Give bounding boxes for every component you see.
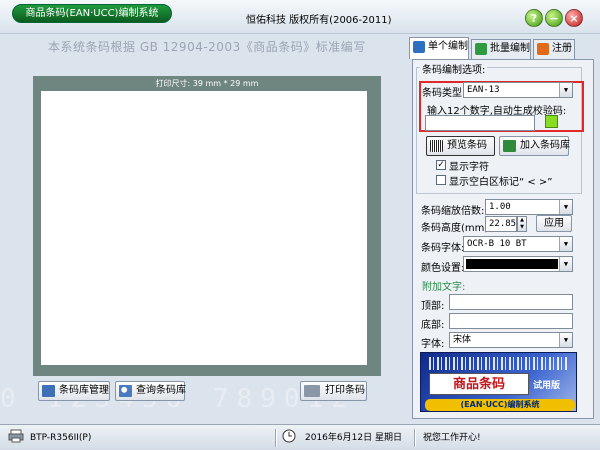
extra-font-select[interactable]: 宋体 ▼ xyxy=(449,332,573,348)
color-label: 颜色设置: xyxy=(421,263,465,274)
print-barcode-label: 打印条码 xyxy=(325,385,365,396)
apply-button[interactable]: 应用 xyxy=(536,215,572,232)
top-text-input[interactable] xyxy=(449,294,573,310)
add-database-icon xyxy=(503,140,516,152)
close-button[interactable]: × xyxy=(565,9,583,27)
promo-title: 商品条码 xyxy=(429,373,529,395)
preview-barcode-label: 预览条码 xyxy=(447,140,487,151)
show-blank-label: 显示空白区标记“ < >” xyxy=(449,177,553,188)
status-weekday: 星期日 xyxy=(375,433,403,443)
document-icon xyxy=(413,41,425,53)
extra-font-label: 字体: xyxy=(421,339,445,350)
bottom-text-label: 底部: xyxy=(421,320,445,331)
preview-panel: 本系统条码根据 GB 12904-2003《商品条码》标准编写 0 123456… xyxy=(0,34,405,424)
top-text-label: 顶部: xyxy=(421,301,445,312)
status-divider xyxy=(414,429,416,447)
query-barcode-library-label: 查询条码库 xyxy=(136,385,186,396)
query-barcode-library-button[interactable]: 查询条码库 xyxy=(115,381,186,401)
height-stepper[interactable]: ▲ ▼ xyxy=(517,216,527,232)
show-chars-checkbox[interactable]: ✓ xyxy=(436,160,446,170)
status-date: 2016年6月12日 xyxy=(305,433,373,443)
printer-name: BTP-R356II(P) xyxy=(30,433,92,443)
preview-barcode-button[interactable]: 预览条码 xyxy=(426,136,495,156)
print-size-label: 打印尺寸: 39 mm * 29 mm xyxy=(155,79,259,88)
barcode-font-value: OCR-B 10 BT xyxy=(467,239,527,249)
extra-text-title: 附加文字: xyxy=(422,282,466,293)
add-to-library-button[interactable]: 加入条码库 xyxy=(499,136,570,156)
barcode-type-select[interactable]: EAN-13 ▼ xyxy=(463,82,573,98)
validation-indicator xyxy=(545,115,558,128)
grid-icon xyxy=(475,43,487,55)
barcode-type-label: 条码类型: xyxy=(422,88,466,99)
color-swatch xyxy=(466,259,558,269)
barcode-type-value: EAN-13 xyxy=(467,85,500,95)
copyright-text: 恒佑科技 版权所有(2006-2011) xyxy=(246,15,392,26)
height-input[interactable]: 22.85 xyxy=(485,216,517,232)
print-area: 打印尺寸: 39 mm * 29 mm xyxy=(33,76,381,376)
show-chars-label: 显示字符 xyxy=(449,162,489,173)
standard-text: 本系统条码根据 GB 12904-2003《商品条码》标准编写 xyxy=(48,40,366,54)
barcode-graphic xyxy=(429,357,569,370)
digits-input[interactable] xyxy=(425,115,535,131)
title-bar: 商品条码(EAN·UCC)编制系统 恒佑科技 版权所有(2006-2011) ?… xyxy=(0,0,600,34)
color-select[interactable]: ▼ xyxy=(463,256,573,272)
minimize-button[interactable]: − xyxy=(545,9,563,27)
clock-icon xyxy=(282,429,296,447)
font-label: 条码字体: xyxy=(421,243,465,254)
chevron-down-icon: ▼ xyxy=(559,257,572,271)
options-group-title: 条码编制选项: xyxy=(420,61,488,76)
scale-label: 条码缩放倍数: xyxy=(421,206,485,217)
tab-batch-label: 批量编制 xyxy=(490,43,530,54)
height-label: 条码高度(mm): xyxy=(421,223,492,234)
add-to-library-label: 加入条码库 xyxy=(520,140,570,151)
bottom-text-input[interactable] xyxy=(449,313,573,329)
printer-icon xyxy=(304,385,320,397)
barcode-library-manage-label: 条码库管理 xyxy=(59,385,109,396)
scale-value: 1.00 xyxy=(489,202,511,212)
help-button[interactable]: ? xyxy=(525,9,543,27)
barcode-icon xyxy=(430,140,443,152)
gift-icon xyxy=(537,43,549,55)
status-message: 祝您工作开心! xyxy=(423,433,481,443)
promo-banner: 商品条码 试用版 (EAN·UCC)编制系统 xyxy=(420,352,577,412)
printer-icon xyxy=(8,429,24,447)
app-window: 商品条码(EAN·UCC)编制系统 恒佑科技 版权所有(2006-2011) ?… xyxy=(0,0,600,450)
chevron-down-icon: ▼ xyxy=(559,237,572,251)
table-icon xyxy=(42,385,55,397)
app-title: 商品条码(EAN·UCC)编制系统 xyxy=(12,4,172,23)
print-barcode-button[interactable]: 打印条码 xyxy=(300,381,367,401)
status-divider xyxy=(275,429,277,447)
barcode-library-manage-button[interactable]: 条码库管理 xyxy=(38,381,110,401)
tab-single-label: 单个编制 xyxy=(428,41,468,52)
tab-register-label: 注册 xyxy=(552,43,572,54)
barcode-canvas xyxy=(41,91,367,365)
chevron-down-icon: ▼ xyxy=(559,200,572,214)
magnifier-icon xyxy=(119,385,132,397)
barcode-font-select[interactable]: OCR-B 10 BT ▼ xyxy=(463,236,573,252)
promo-trial-label: 试用版 xyxy=(533,381,561,391)
status-bar: BTP-R356II(P) 2016年6月12日 星期日 祝您工作开心! xyxy=(0,424,600,450)
tab-batch[interactable]: 批量编制 xyxy=(471,39,531,59)
extra-font-value: 宋体 xyxy=(453,335,472,345)
show-blank-checkbox[interactable] xyxy=(436,175,446,185)
chevron-down-icon: ▼ xyxy=(559,333,572,347)
promo-subtitle: (EAN·UCC)编制系统 xyxy=(425,399,575,411)
chevron-down-icon: ▼ xyxy=(559,83,572,97)
scale-select[interactable]: 1.00 ▼ xyxy=(485,199,573,215)
tab-register[interactable]: 注册 xyxy=(533,39,575,59)
tab-single[interactable]: 单个编制 xyxy=(409,37,469,59)
